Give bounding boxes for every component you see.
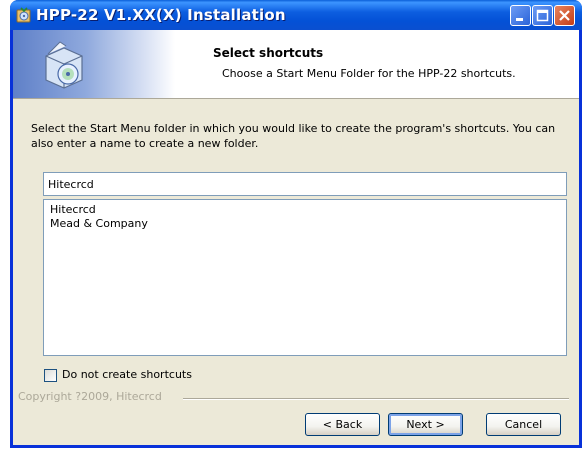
list-item[interactable]: Hitecrcd	[44, 203, 566, 217]
installer-window: HPP-22 V1.XX(X) Installation Select shor…	[10, 0, 582, 448]
title-bar[interactable]: HPP-22 V1.XX(X) Installation	[10, 0, 582, 30]
close-button[interactable]	[554, 5, 575, 26]
next-button[interactable]: Next >	[388, 413, 463, 436]
window-title: HPP-22 V1.XX(X) Installation	[36, 6, 286, 24]
folder-list[interactable]: Hitecrcd Mead & Company	[43, 199, 567, 356]
installer-box-icon	[45, 41, 83, 89]
list-item[interactable]: Mead & Company	[44, 217, 566, 231]
header-banner	[13, 30, 175, 98]
back-button[interactable]: < Back	[305, 413, 380, 436]
no-shortcuts-label[interactable]: Do not create shortcuts	[62, 368, 192, 381]
cancel-button[interactable]: Cancel	[486, 413, 561, 436]
instructions-text: Select the Start Menu folder in which yo…	[31, 122, 556, 150]
footer-divider	[183, 398, 569, 400]
wizard-header: Select shortcuts Choose a Start Menu Fol…	[13, 30, 579, 99]
no-shortcuts-checkbox[interactable]	[44, 369, 57, 382]
minimize-button[interactable]	[510, 5, 531, 26]
page-title: Select shortcuts	[213, 46, 324, 60]
minimize-icon	[516, 18, 523, 21]
page-subtitle: Choose a Start Menu Folder for the HPP-2…	[222, 67, 516, 80]
close-icon	[559, 10, 570, 21]
installer-app-icon	[16, 7, 31, 23]
copyright-text: Copyright ?2009, Hitecrcd	[18, 390, 162, 403]
maximize-icon	[536, 9, 549, 22]
maximize-button[interactable]	[532, 5, 553, 26]
folder-name-input[interactable]	[43, 172, 567, 196]
